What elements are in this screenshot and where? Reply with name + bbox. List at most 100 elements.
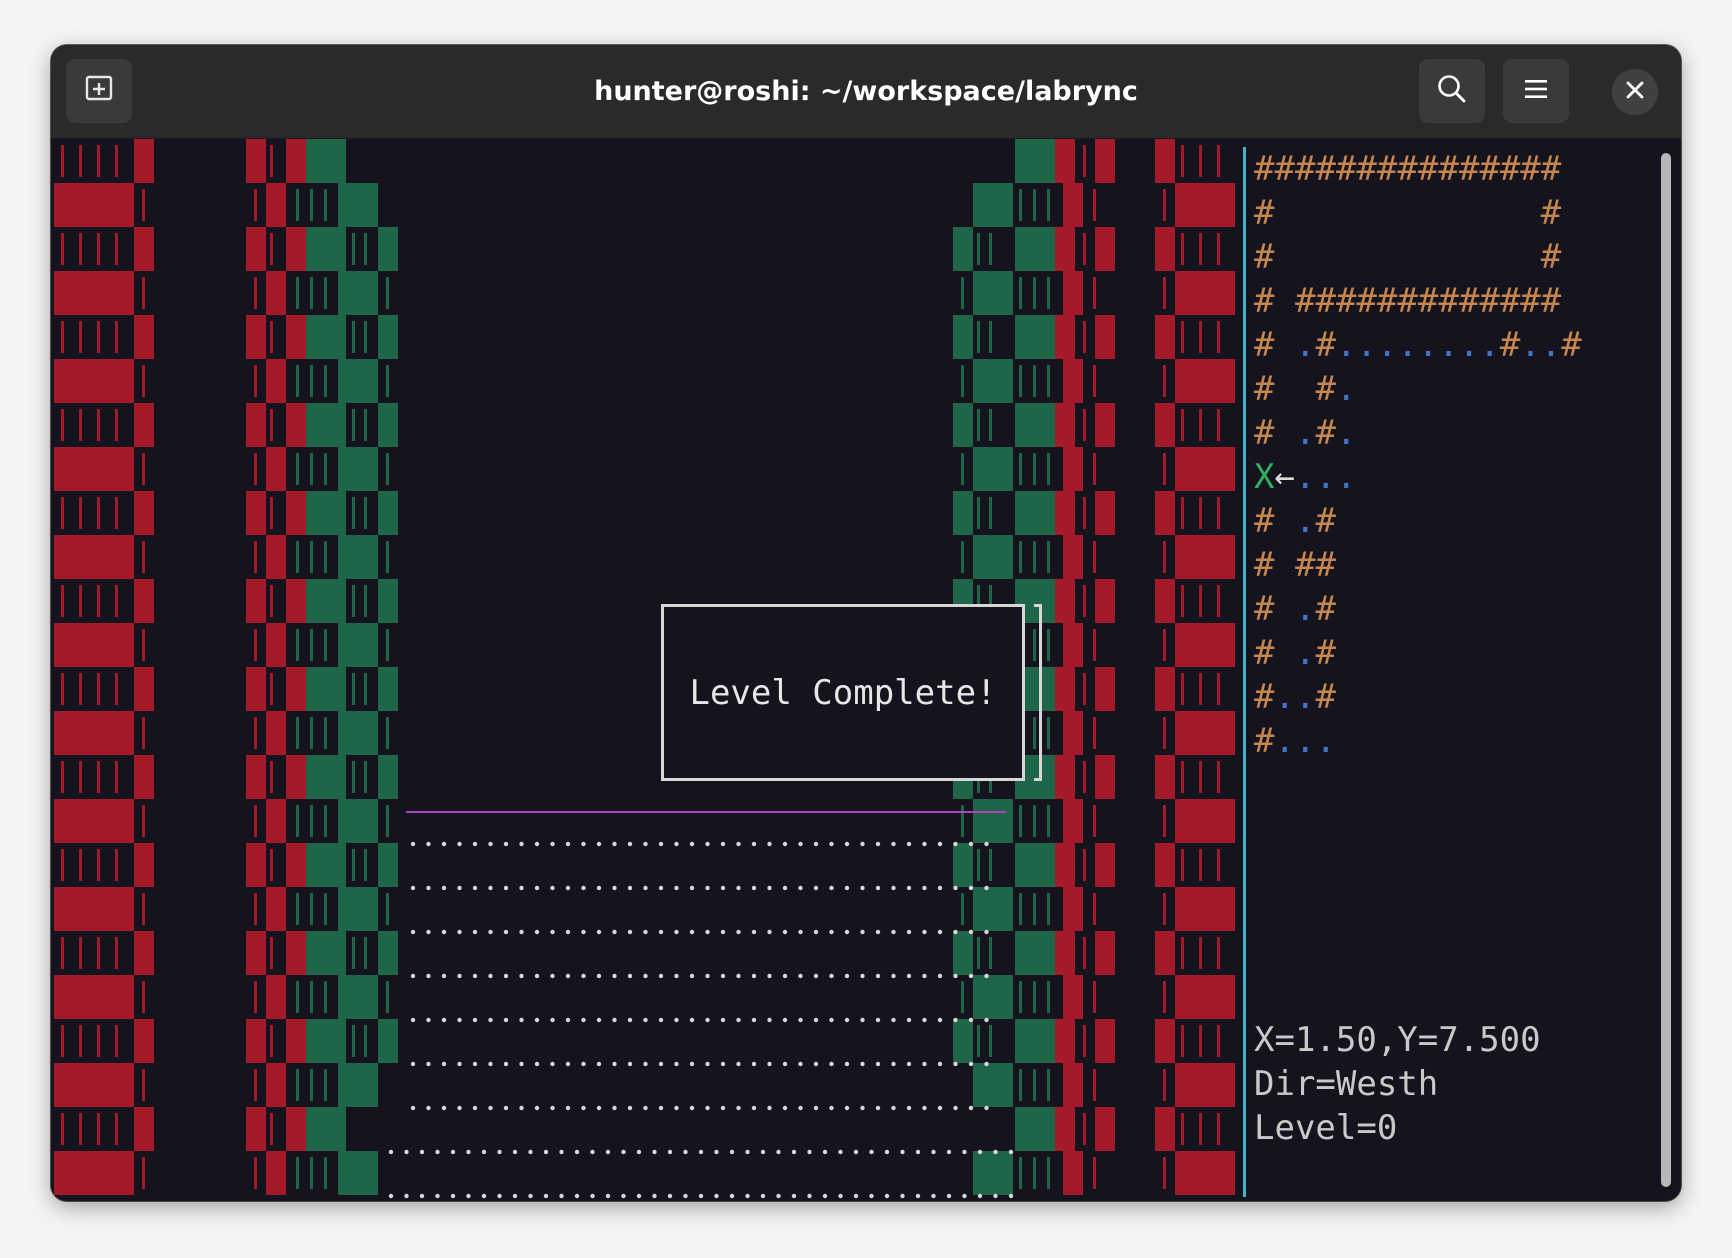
floor-dot	[984, 929, 989, 935]
wall-stripe	[386, 541, 389, 573]
wall-stripe	[270, 761, 273, 793]
floor-dot	[426, 1105, 431, 1111]
wall-stripe	[1217, 1025, 1220, 1057]
floor-dot	[627, 841, 633, 847]
floor-dot	[798, 841, 803, 847]
wall-stripe	[270, 409, 273, 441]
wall-stripe	[296, 453, 299, 485]
floor-dot	[643, 885, 648, 891]
wall-stripe	[254, 629, 257, 661]
wall-cell	[1155, 491, 1175, 535]
wall-cell	[1095, 491, 1115, 535]
wall-stripe	[1083, 145, 1086, 177]
floor-dot	[550, 1105, 555, 1111]
floor-dot	[767, 973, 772, 979]
wall-stripe	[1181, 937, 1184, 969]
floor-dot	[1008, 1193, 1014, 1199]
wall-cell	[1055, 139, 1075, 183]
wall-stripe	[1199, 849, 1202, 881]
wall-cell	[266, 359, 286, 403]
wall-cell	[134, 315, 154, 359]
floor-dot	[667, 1149, 673, 1155]
status-level: Level=0	[1254, 1108, 1398, 1148]
floor-dot	[891, 841, 896, 847]
wall-cell	[1055, 1107, 1075, 1151]
wall-cell	[306, 1019, 346, 1063]
floor-dot	[698, 1149, 704, 1155]
wall-cell	[1055, 843, 1075, 887]
wall-cell	[266, 975, 286, 1019]
floor-dot	[565, 1105, 571, 1111]
wall-stripe	[1181, 673, 1184, 705]
floor-dot	[705, 885, 710, 891]
new-tab-button[interactable]	[66, 59, 132, 123]
dialog-shadow	[1034, 604, 1042, 781]
floor-dot	[922, 929, 927, 935]
floor-dot	[643, 1061, 648, 1067]
minimap-row: ###############	[1254, 149, 1562, 189]
floor-dot	[426, 841, 431, 847]
close-button[interactable]	[1612, 69, 1658, 115]
wall-stripe	[142, 277, 145, 309]
wall-cell	[1175, 535, 1235, 579]
wall-stripe	[254, 365, 257, 397]
wall-stripe	[296, 277, 299, 309]
wall-stripe	[310, 365, 313, 397]
floor-dot	[860, 885, 865, 891]
wall-stripe	[989, 321, 992, 353]
floor-dot	[953, 841, 958, 847]
wall-stripe	[79, 673, 82, 705]
floor-dot	[683, 1149, 688, 1155]
floor-dot	[528, 1149, 533, 1155]
terminal-area[interactable]: ############### # # # # # ############# …	[51, 139, 1681, 1201]
floor-dot	[410, 841, 416, 847]
floor-dot	[829, 1017, 834, 1023]
scrollbar[interactable]	[1661, 153, 1671, 1187]
wall-cell	[306, 755, 346, 799]
wall-stripe	[142, 1069, 145, 1101]
wall-cell	[1175, 623, 1235, 667]
wall-stripe	[1083, 761, 1086, 793]
floor-dot	[791, 1149, 797, 1155]
wall-stripe	[977, 409, 980, 441]
wall-cell	[246, 931, 266, 975]
search-button[interactable]	[1419, 59, 1485, 123]
wall-stripe	[364, 673, 367, 705]
floor-dot	[844, 1105, 850, 1111]
floor-dot	[745, 1193, 750, 1199]
wall-stripe	[61, 1113, 64, 1145]
floor-dot	[937, 841, 943, 847]
floor-dot	[813, 1061, 819, 1067]
floor-dot	[512, 1149, 518, 1155]
floor-dot	[426, 929, 431, 935]
wall-stripe	[1217, 849, 1220, 881]
wall-stripe	[1019, 189, 1022, 221]
wall-stripe	[142, 189, 145, 221]
floor-dot	[1008, 1149, 1014, 1155]
floor-dot	[767, 841, 772, 847]
wall-cell	[306, 1107, 346, 1151]
wall-cell	[1063, 623, 1083, 667]
floor-dot	[782, 885, 788, 891]
floor-dot	[674, 1061, 679, 1067]
floor-dot	[643, 929, 648, 935]
floor-dot	[813, 1017, 819, 1023]
floor-dot	[534, 929, 540, 935]
floor-dot	[968, 1105, 974, 1111]
floor-dot	[404, 1193, 409, 1199]
wall-stripe	[1019, 277, 1022, 309]
floor-dot	[953, 1105, 958, 1111]
floor-dot	[767, 929, 772, 935]
wall-cell	[953, 491, 973, 535]
wall-stripe	[115, 673, 118, 705]
floor-dot	[667, 1193, 673, 1199]
wall-stripe	[977, 233, 980, 265]
floor-dot	[388, 1193, 394, 1199]
floor-dot	[419, 1193, 425, 1199]
wall-stripe	[1033, 277, 1036, 309]
wall-cell	[1095, 227, 1115, 271]
floor-dot	[534, 885, 540, 891]
floor-dot	[736, 885, 741, 891]
wall-cell	[1055, 315, 1075, 359]
menu-button[interactable]	[1503, 59, 1569, 123]
